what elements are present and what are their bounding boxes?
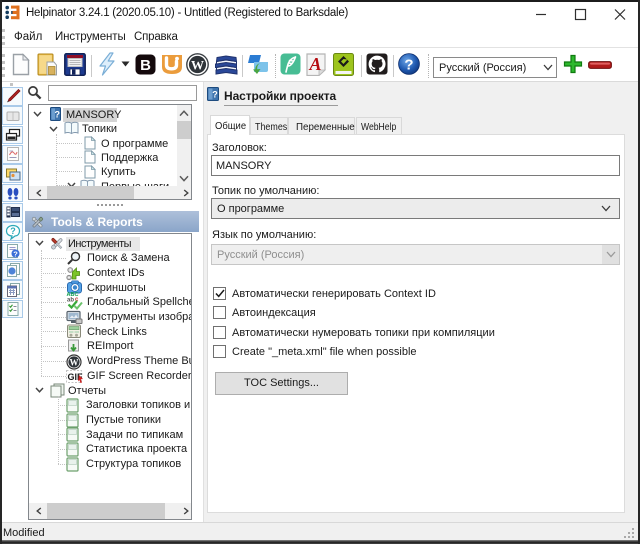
svg-text:W: W xyxy=(191,57,204,72)
svg-text:A: A xyxy=(308,54,321,74)
svg-text:ab: ab xyxy=(67,298,74,304)
svg-text:?: ? xyxy=(54,110,60,120)
svg-text:W: W xyxy=(70,357,79,367)
svg-text:?: ? xyxy=(10,226,16,236)
svg-text:B: B xyxy=(140,57,151,74)
svg-text:?: ? xyxy=(404,57,413,74)
svg-text:?: ? xyxy=(13,249,18,258)
svg-text:?: ? xyxy=(212,90,218,100)
